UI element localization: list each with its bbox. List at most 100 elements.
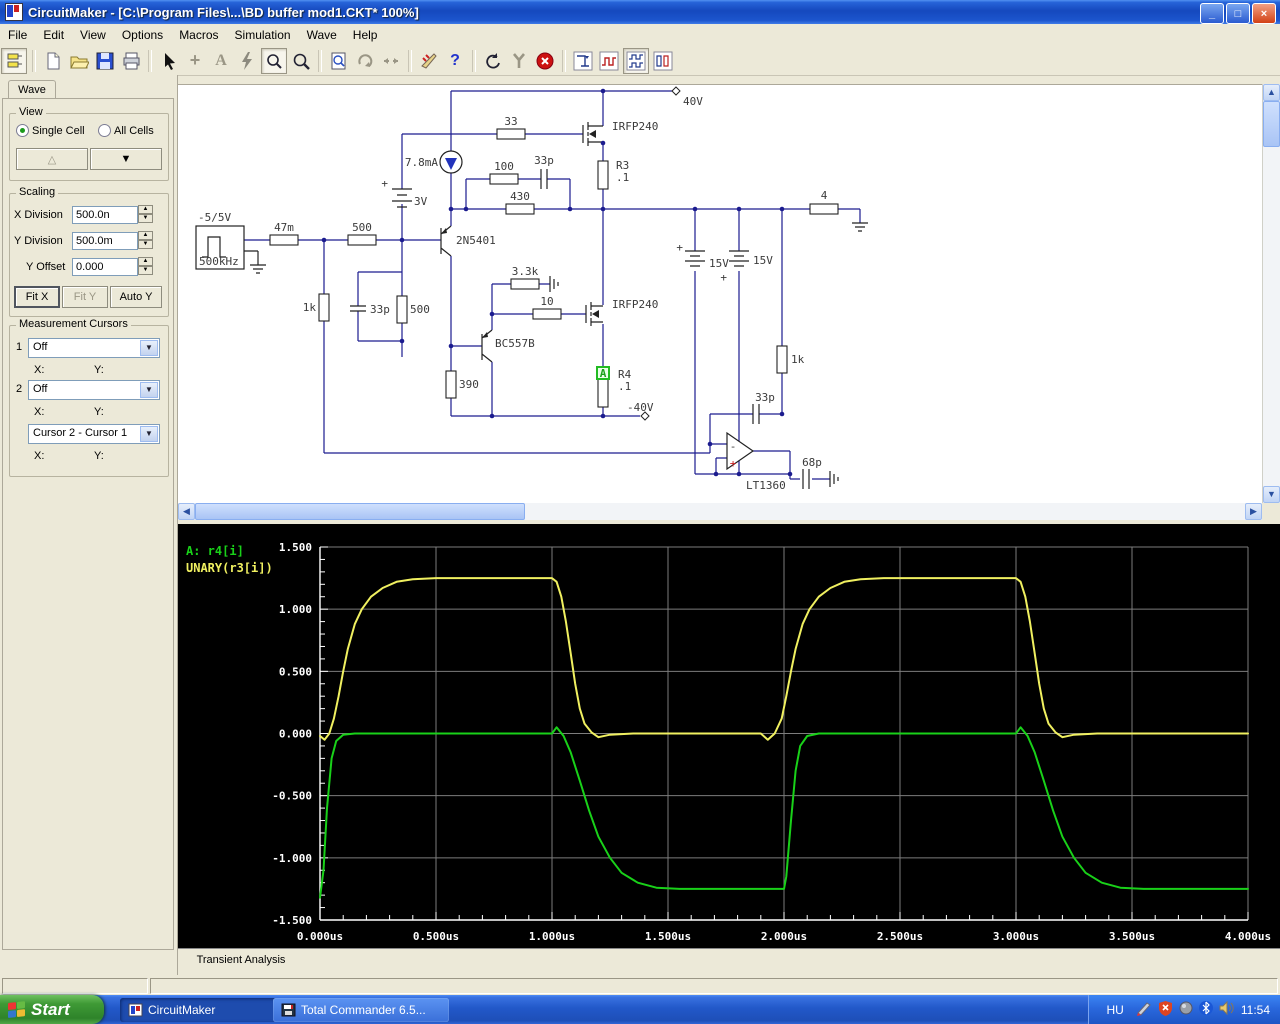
component-label: +: [676, 241, 683, 254]
start-button[interactable]: Start: [0, 995, 104, 1024]
cell-down-button[interactable]: ▼: [90, 148, 162, 170]
fit-x-button[interactable]: Fit X: [14, 286, 60, 308]
chart-transient-icon[interactable]: [597, 49, 621, 73]
restore-button[interactable]: □: [1226, 3, 1250, 24]
menu-macros[interactable]: Macros: [171, 25, 226, 45]
wave-panel-frame: View Single Cell All Cells △ ▼ Scaling X…: [2, 98, 174, 950]
radio-single-cell[interactable]: Single Cell: [16, 124, 85, 137]
tab-transient-analysis[interactable]: Transient Analysis: [186, 951, 296, 970]
cursor2-y-label: Y:: [94, 406, 104, 418]
language-indicator[interactable]: HU: [1101, 1001, 1130, 1019]
reset-icon[interactable]: [481, 49, 505, 73]
schematic-vertical-scrollbar[interactable]: ▲ ▼: [1262, 84, 1280, 503]
vertical-scroll-thumb[interactable]: [1263, 101, 1280, 147]
fit-y-button[interactable]: Fit Y: [62, 286, 108, 308]
component-label: 500kHz: [199, 255, 239, 268]
zoom-icon[interactable]: [289, 49, 313, 73]
app-icon: [5, 3, 23, 21]
x-division-spinner[interactable]: ▲ ▼: [138, 205, 153, 223]
menu-wave[interactable]: Wave: [299, 25, 345, 45]
chart-multimeter-icon[interactable]: [623, 47, 649, 74]
y-division-label: Y Division: [14, 235, 63, 247]
clock[interactable]: 11:54: [1241, 1003, 1270, 1017]
scroll-up-icon[interactable]: ▲: [1263, 84, 1280, 101]
menu-file[interactable]: File: [0, 25, 35, 45]
status-bar: [0, 975, 1280, 995]
waveform-plot: 1.500 1.000 0.500 0.000 -0.500 -1.000 -1.500 0.…: [186, 541, 1271, 943]
chart-text: 3.000us: [993, 930, 1039, 943]
save-icon[interactable]: [93, 49, 117, 73]
menu-help[interactable]: Help: [345, 25, 386, 45]
parts-browser-icon[interactable]: [1, 47, 27, 74]
page-preview-icon[interactable]: [327, 49, 351, 73]
component-label: 500: [352, 221, 372, 234]
y-offset-label: Y Offset: [26, 261, 66, 273]
scroll-right-icon[interactable]: ▶: [1245, 503, 1262, 520]
bluetooth-icon[interactable]: [1198, 1000, 1213, 1019]
check-probe-icon[interactable]: [417, 49, 441, 73]
cell-up-button[interactable]: △: [16, 148, 88, 170]
radio-single-cell-dot[interactable]: [16, 124, 29, 137]
component-label: 2N5401: [456, 234, 496, 247]
waveform-panel[interactable]: 1.500 1.000 0.500 0.000 -0.500 -1.000 -1.500 0.…: [178, 524, 1280, 948]
chart-dc-icon[interactable]: [571, 49, 595, 73]
wire-plus-icon[interactable]: +: [183, 49, 207, 73]
scroll-left-icon[interactable]: ◀: [178, 503, 195, 520]
mirror-icon[interactable]: [379, 49, 403, 73]
cursor1-x-label: X:: [34, 364, 45, 376]
cursor2-select-arrow[interactable]: ▼: [140, 382, 158, 398]
options-wrench-icon[interactable]: [507, 49, 531, 73]
close-button[interactable]: ×: [1252, 3, 1276, 24]
gray-orb-icon[interactable]: [1179, 1001, 1193, 1018]
stop-simulation-icon[interactable]: [533, 49, 557, 73]
cursor1-select[interactable]: Off ▼: [28, 338, 160, 358]
radio-all-cells[interactable]: All Cells: [98, 124, 154, 137]
component-label: -: [730, 440, 737, 453]
component-label: 4: [821, 189, 828, 202]
graphics-pen-icon[interactable]: [1136, 1000, 1152, 1019]
delete-lightning-icon[interactable]: [235, 49, 259, 73]
horizontal-scroll-thumb[interactable]: [195, 503, 525, 520]
cursor-diff-select[interactable]: Cursor 2 - Cursor 1 ▼: [28, 424, 160, 444]
component-label: BC557B: [495, 337, 535, 350]
component-label: 10: [540, 295, 553, 308]
cursor-diff-select-arrow[interactable]: ▼: [140, 426, 158, 442]
taskbar-circuitmaker[interactable]: CircuitMaker: [120, 998, 281, 1022]
auto-y-button[interactable]: Auto Y: [110, 286, 162, 308]
new-document-icon[interactable]: [41, 49, 65, 73]
schematic-horizontal-scrollbar[interactable]: ◀ ▶: [178, 503, 1262, 520]
y-offset-input[interactable]: [72, 258, 138, 276]
cursor1-select-arrow[interactable]: ▼: [140, 340, 158, 356]
cursor2-select[interactable]: Off ▼: [28, 380, 160, 400]
chart-text: 1.000: [279, 603, 312, 616]
tab-wave[interactable]: Wave: [8, 80, 56, 100]
y-division-input[interactable]: [72, 232, 138, 250]
taskbar-total-commander[interactable]: Total Commander 6.5...: [273, 998, 449, 1022]
y-offset-spinner[interactable]: ▲ ▼: [138, 257, 153, 275]
security-shield-icon[interactable]: [1158, 1000, 1173, 1019]
print-icon[interactable]: [119, 49, 143, 73]
open-file-icon[interactable]: [67, 49, 91, 73]
minimize-button[interactable]: _: [1200, 3, 1224, 24]
rotate-icon[interactable]: [353, 49, 377, 73]
radio-all-cells-dot[interactable]: [98, 124, 111, 137]
schematic-canvas[interactable]: -5/5V 500kHz 47m 500 1k 33p 500 7.8mA +3V 2N5401 3…: [178, 84, 1262, 504]
scroll-down-icon[interactable]: ▼: [1263, 486, 1280, 503]
x-division-input[interactable]: [72, 206, 138, 224]
y-division-spinner[interactable]: ▲ ▼: [138, 231, 153, 249]
volume-icon[interactable]: [1219, 1000, 1235, 1018]
component-label: IRFP240: [612, 298, 658, 311]
component-label: 33p: [755, 391, 775, 404]
pointer-icon[interactable]: [157, 49, 181, 73]
menu-view[interactable]: View: [72, 25, 114, 45]
text-tool-icon[interactable]: A: [209, 49, 233, 73]
help-icon[interactable]: ?: [443, 49, 467, 73]
menu-edit[interactable]: Edit: [35, 25, 72, 45]
component-label: +: [730, 457, 737, 470]
scaling-group: Scaling X Division ▲▼ Y Division ▲▼ Y Of…: [9, 186, 169, 317]
chart-ac-icon[interactable]: [651, 49, 675, 73]
menu-options[interactable]: Options: [114, 25, 171, 45]
component-label: -5/5V: [198, 211, 231, 224]
zoom-window-icon[interactable]: [261, 47, 287, 74]
menu-simulation[interactable]: Simulation: [227, 25, 299, 45]
